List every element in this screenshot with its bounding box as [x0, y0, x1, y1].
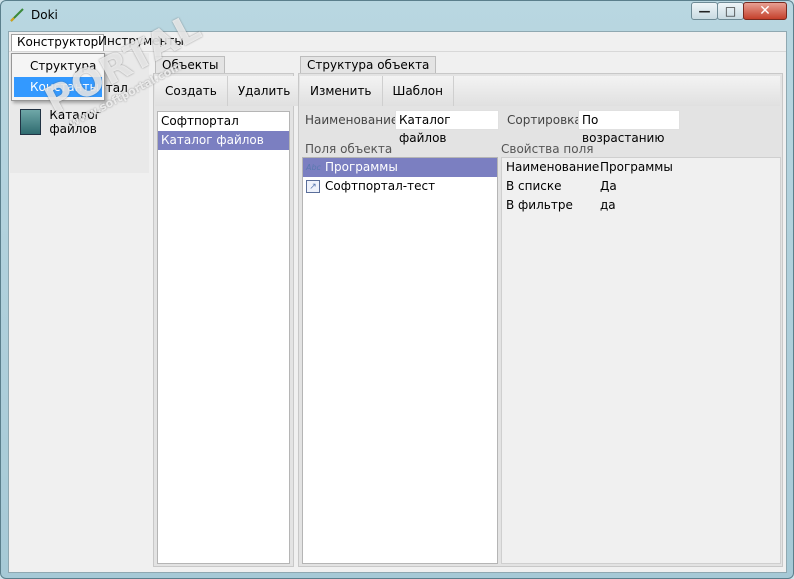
field-label: Программы	[325, 160, 398, 174]
constructor-menu-dropdown: Структура Константы	[11, 53, 105, 101]
list-item[interactable]: Софтпортал	[158, 112, 289, 131]
list-item-selected[interactable]: Каталог файлов	[158, 131, 289, 150]
objects-toolbar: Создать Удалить	[155, 76, 302, 106]
property-key: В фильтре	[506, 198, 573, 212]
minimize-icon: —	[698, 4, 711, 18]
sort-label: Сортировка	[507, 113, 582, 127]
field-label: Софтпортал-тест	[325, 179, 436, 193]
template-button[interactable]: Шаблон	[382, 76, 454, 106]
object-fields-list[interactable]: Abc Программы ↗ Софтпортал-тест	[302, 157, 498, 564]
property-key: Наименование	[506, 160, 600, 174]
field-properties-header: Свойства поля	[501, 142, 594, 156]
pen-icon	[10, 8, 24, 22]
objects-pane-header: Объекты	[155, 56, 226, 73]
link-field-icon: ↗	[306, 180, 320, 193]
property-row: В фильтре да	[502, 196, 780, 215]
property-row: Наименование Программы	[502, 158, 780, 177]
menu-tools[interactable]: Инструменты	[93, 34, 189, 51]
menu-item-constants[interactable]: Константы	[14, 77, 102, 97]
edit-button[interactable]: Изменить	[300, 76, 383, 106]
property-value: Да	[600, 179, 617, 193]
field-properties-table: Наименование Программы В списке Да В фил…	[501, 157, 781, 564]
field-item[interactable]: ↗ Софтпортал-тест	[303, 177, 497, 196]
fields-header: Поля объекта	[305, 142, 393, 156]
delete-button[interactable]: Удалить	[227, 76, 302, 106]
menu-bar: Конструктор Инструменты	[9, 32, 786, 52]
objects-pane: Создать Удалить Софтпортал Каталог файло…	[153, 73, 302, 567]
client-area: Конструктор Инструменты Софтпортал Катал…	[8, 31, 787, 573]
property-row: В списке Да	[502, 177, 780, 196]
structure-pane-header: Структура объекта	[300, 56, 437, 73]
property-value: Программы	[600, 160, 673, 174]
sort-field[interactable]: По возрастанию	[578, 110, 680, 145]
app-window: Doki — □ ✕ Конструктор Инструменты Софтп…	[0, 0, 794, 579]
name-field[interactable]: Каталог файлов	[395, 110, 499, 145]
name-label: Наименование	[305, 113, 399, 127]
maximize-icon: □	[724, 4, 737, 18]
object-structure-pane: Изменить Шаблон Наименование Каталог фай…	[298, 73, 783, 567]
left-item-label: Каталог файлов	[49, 108, 101, 136]
property-value: да	[600, 198, 616, 212]
property-key: В списке	[506, 179, 562, 193]
close-button[interactable]: ✕	[743, 2, 787, 20]
create-button[interactable]: Создать	[155, 76, 228, 106]
title-bar[interactable]: Doki — □ ✕	[1, 1, 793, 29]
text-field-icon: Abc	[306, 163, 321, 172]
window-controls: — □ ✕	[691, 2, 787, 20]
menu-item-structure[interactable]: Структура	[14, 56, 102, 76]
structure-toolbar: Изменить Шаблон	[300, 76, 780, 106]
minimize-button[interactable]: —	[691, 2, 718, 20]
field-item-selected[interactable]: Abc Программы	[303, 158, 497, 177]
menu-constructor[interactable]: Конструктор	[11, 34, 105, 51]
maximize-button[interactable]: □	[717, 2, 744, 20]
window-title: Doki	[31, 8, 58, 22]
close-icon: ✕	[759, 3, 771, 19]
object-icon	[20, 109, 42, 135]
objects-list[interactable]: Софтпортал Каталог файлов	[157, 111, 290, 564]
left-item-catalog[interactable]: Каталог файлов	[20, 107, 149, 137]
